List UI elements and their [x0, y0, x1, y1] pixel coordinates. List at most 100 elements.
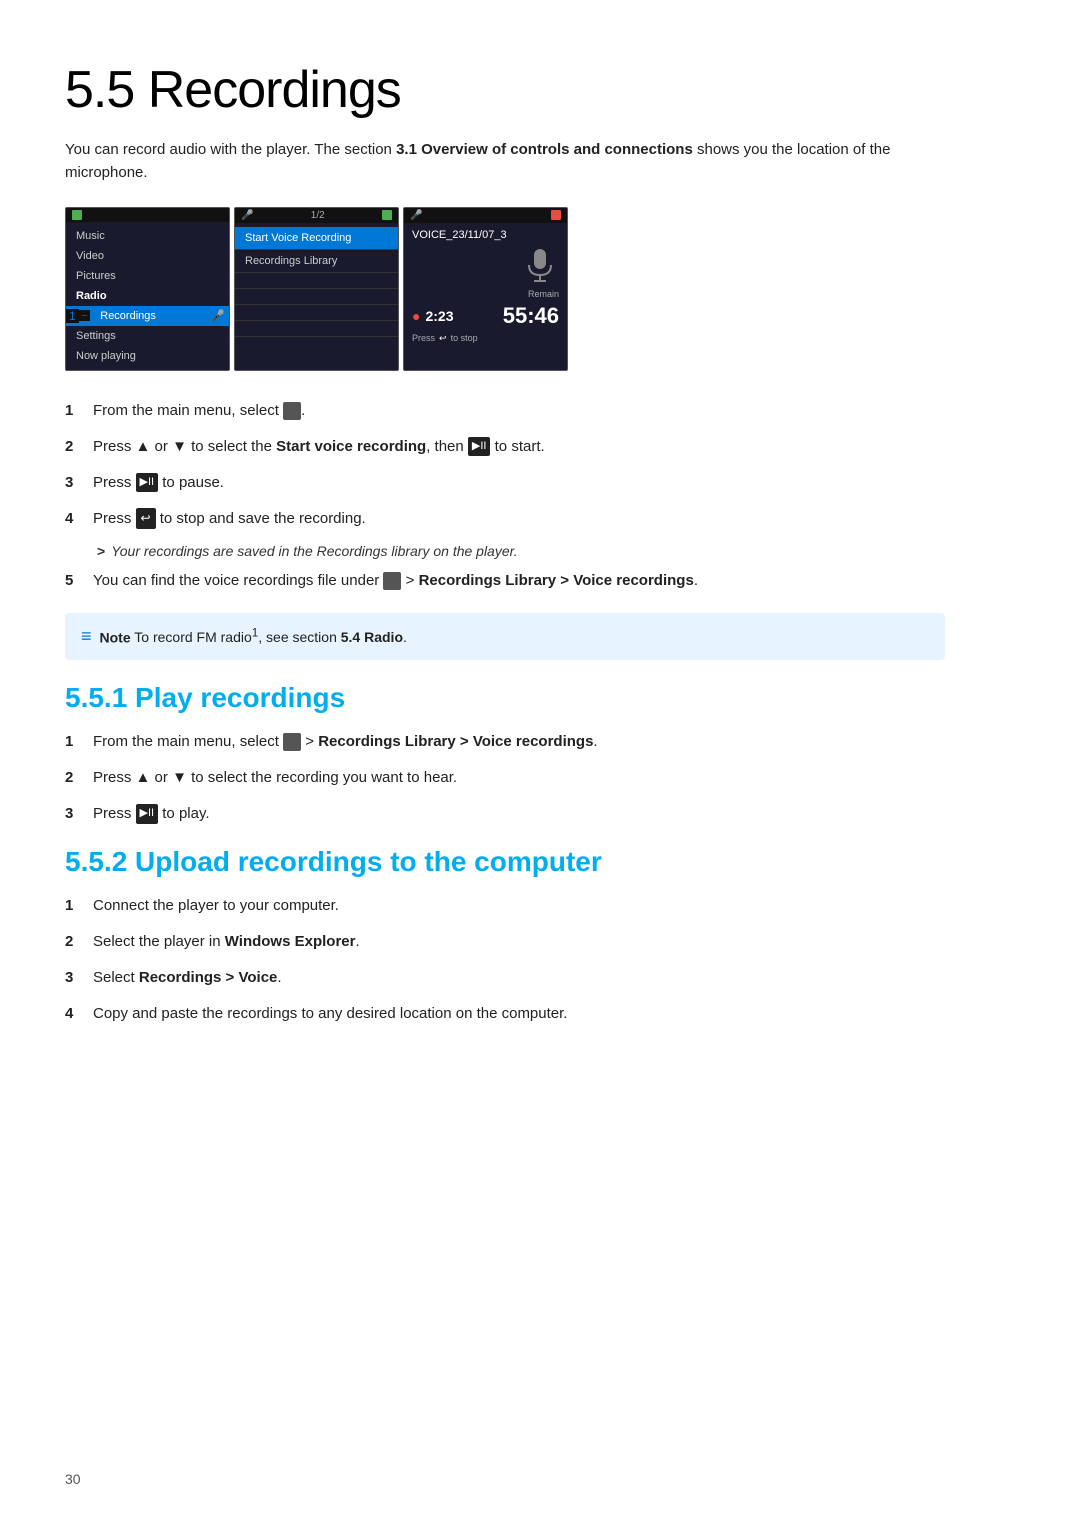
- screen1-battery-icon: [72, 210, 82, 220]
- step5-content: You can find the voice recordings file u…: [93, 569, 698, 593]
- note-icon: ≡: [81, 626, 92, 647]
- intro-paragraph: You can record audio with the player. Th…: [65, 138, 965, 185]
- recording-dot: ●: [412, 308, 420, 324]
- step-4: 4 Press ↩ to stop and save the recording…: [65, 507, 1015, 531]
- 551-step1-num: 1: [65, 730, 81, 754]
- remain-time: 55:46: [503, 303, 559, 329]
- step2-num: 2: [65, 435, 81, 459]
- 551-arrows: ▲: [136, 769, 151, 786]
- screen1-topbar: [66, 208, 229, 222]
- step-1: 1 From the main menu, select .: [65, 399, 1015, 423]
- note-text-content: To record FM radio1, see section 5.4 Rad…: [134, 629, 407, 645]
- 552-step1-num: 1: [65, 894, 81, 918]
- play-pause-icon-step2: ▶II: [468, 437, 491, 457]
- step3-num: 3: [65, 471, 81, 495]
- screen3-recording-active: 🎤 VOICE_23/11/07_3 Remain ● 2:23: [403, 207, 568, 371]
- step5-num: 5: [65, 569, 81, 593]
- step1-num: 1: [65, 399, 81, 423]
- 551-step3-content: Press ▶II to play.: [93, 802, 210, 826]
- sub-note: > Your recordings are saved in the Recor…: [97, 543, 1015, 559]
- 551-step2-num: 2: [65, 766, 81, 790]
- 551-step-1: 1 From the main menu, select > Recording…: [65, 730, 1015, 754]
- step1-content: From the main menu, select .: [93, 399, 305, 423]
- screen2-topbar: 🎤 1/2: [235, 208, 398, 223]
- 551-step3-num: 3: [65, 802, 81, 826]
- 551-step2-content: Press ▲ or ▼ to select the recording you…: [93, 766, 457, 790]
- 552-step-4: 4 Copy and paste the recordings to any d…: [65, 1002, 1015, 1026]
- recording-time-row: ● 2:23 55:46: [412, 303, 559, 329]
- step2-arrows: ▲: [136, 438, 151, 455]
- 552-step2-bold: Windows Explorer: [225, 933, 356, 950]
- 552-step1-content: Connect the player to your computer.: [93, 894, 339, 918]
- screen2-page-indicator: 1/2: [311, 210, 325, 221]
- screen2-recordings-menu: 🎤 1/2 Start Voice Recording Recordings L…: [234, 207, 399, 371]
- step2-arrows-down: ▼: [172, 438, 187, 455]
- section-551-title: 5.5.1 Play recordings: [65, 682, 1015, 714]
- intro-bold: 3.1 Overview of controls and connections: [396, 141, 693, 158]
- 551-arrows-down: ▼: [172, 769, 187, 786]
- sub-note-text: Your recordings are saved in the Recordi…: [111, 543, 517, 559]
- 551-step-2: 2 Press ▲ or ▼ to select the recording y…: [65, 766, 1015, 790]
- screen3-content: VOICE_23/11/07_3 Remain ● 2:23 55:46: [404, 223, 567, 350]
- screen2-menu: Start Voice Recording Recordings Library: [235, 223, 398, 341]
- 551-step-3: 3 Press ▶II to play.: [65, 802, 1015, 826]
- microphone-icon: [521, 247, 559, 285]
- 552-step3-bold: Recordings > Voice: [139, 969, 278, 986]
- 552-step2-content: Select the player in Windows Explorer.: [93, 930, 360, 954]
- rec-menu-library: Recordings Library: [235, 250, 398, 273]
- section-552: 5.5.2 Upload recordings to the computer …: [65, 846, 1015, 1026]
- page-title: 5.5 Recordings: [65, 60, 1015, 120]
- 552-step-1: 1 Connect the player to your computer.: [65, 894, 1015, 918]
- main-steps-section: 1 From the main menu, select . 2 Press ▲…: [65, 399, 1015, 593]
- step3-content: Press ▶II to pause.: [93, 471, 224, 495]
- 552-step-2: 2 Select the player in Windows Explorer.: [65, 930, 1015, 954]
- rec-menu-empty2: [235, 289, 398, 305]
- step-2: 2 Press ▲ or ▼ to select the Start voice…: [65, 435, 1015, 459]
- menu-item-pictures: Pictures: [66, 266, 229, 286]
- note-label: Note: [100, 629, 131, 645]
- note-text: Note To record FM radio1, see section 5.…: [100, 625, 407, 649]
- rec-menu-empty4: [235, 321, 398, 337]
- screen1-main-menu: Music Video Pictures Radio 1 – Recording…: [65, 207, 230, 371]
- step5-bold: Recordings Library > Voice recordings: [419, 572, 694, 589]
- rec-menu-empty1: [235, 273, 398, 289]
- screen3-battery-icon: [551, 210, 561, 220]
- note-section-bold: 5.4 Radio: [341, 629, 403, 645]
- 552-step-3: 3 Select Recordings > Voice.: [65, 966, 1015, 990]
- stop-icon-step4: ↩: [136, 508, 156, 529]
- rec-menu-empty3: [235, 305, 398, 321]
- note-box: ≡ Note To record FM radio1, see section …: [65, 613, 945, 661]
- elapsed-time: 2:23: [425, 308, 453, 324]
- menu-item-video: Video: [66, 246, 229, 266]
- voice-filename: VOICE_23/11/07_3: [412, 229, 559, 241]
- mic-icon-step1: [283, 402, 301, 420]
- step-3: 3 Press ▶II to pause.: [65, 471, 1015, 495]
- remain-label: Remain: [528, 289, 559, 299]
- screen1-menu: Music Video Pictures Radio 1 – Recording…: [66, 222, 229, 370]
- 552-step2-num: 2: [65, 930, 81, 954]
- sub-note-arrow: >: [97, 543, 105, 559]
- intro-text-before: You can record audio with the player. Th…: [65, 141, 396, 158]
- step2-bold: Start voice recording: [276, 438, 426, 455]
- rec-menu-start: Start Voice Recording: [235, 227, 398, 250]
- page-number: 30: [65, 1471, 81, 1487]
- menu-item-music: Music: [66, 226, 229, 246]
- mic-icon-step5: [383, 572, 401, 590]
- 552-step4-content: Copy and paste the recordings to any des…: [93, 1002, 567, 1026]
- step-5: 5 You can find the voice recordings file…: [65, 569, 1015, 593]
- press-stop-text: Press ↩ to stop: [412, 333, 559, 344]
- 551-step1-bold: Recordings Library > Voice recordings: [318, 733, 593, 750]
- menu-item-settings: Settings: [66, 326, 229, 346]
- device-screenshots-row: Music Video Pictures Radio 1 – Recording…: [65, 207, 1015, 371]
- section-552-title: 5.5.2 Upload recordings to the computer: [65, 846, 1015, 878]
- section-551: 5.5.1 Play recordings 1 From the main me…: [65, 682, 1015, 826]
- screen2-battery-icon: [382, 210, 392, 220]
- play-pause-icon-step3: ▶II: [136, 473, 159, 493]
- menu-item-radio: Radio: [66, 286, 229, 306]
- 552-step3-content: Select Recordings > Voice.: [93, 966, 282, 990]
- step4-content: Press ↩ to stop and save the recording.: [93, 507, 366, 531]
- 552-step3-num: 3: [65, 966, 81, 990]
- screen3-topbar: 🎤: [404, 208, 567, 223]
- 552-step4-num: 4: [65, 1002, 81, 1026]
- mic-icon-551-1: [283, 733, 301, 751]
